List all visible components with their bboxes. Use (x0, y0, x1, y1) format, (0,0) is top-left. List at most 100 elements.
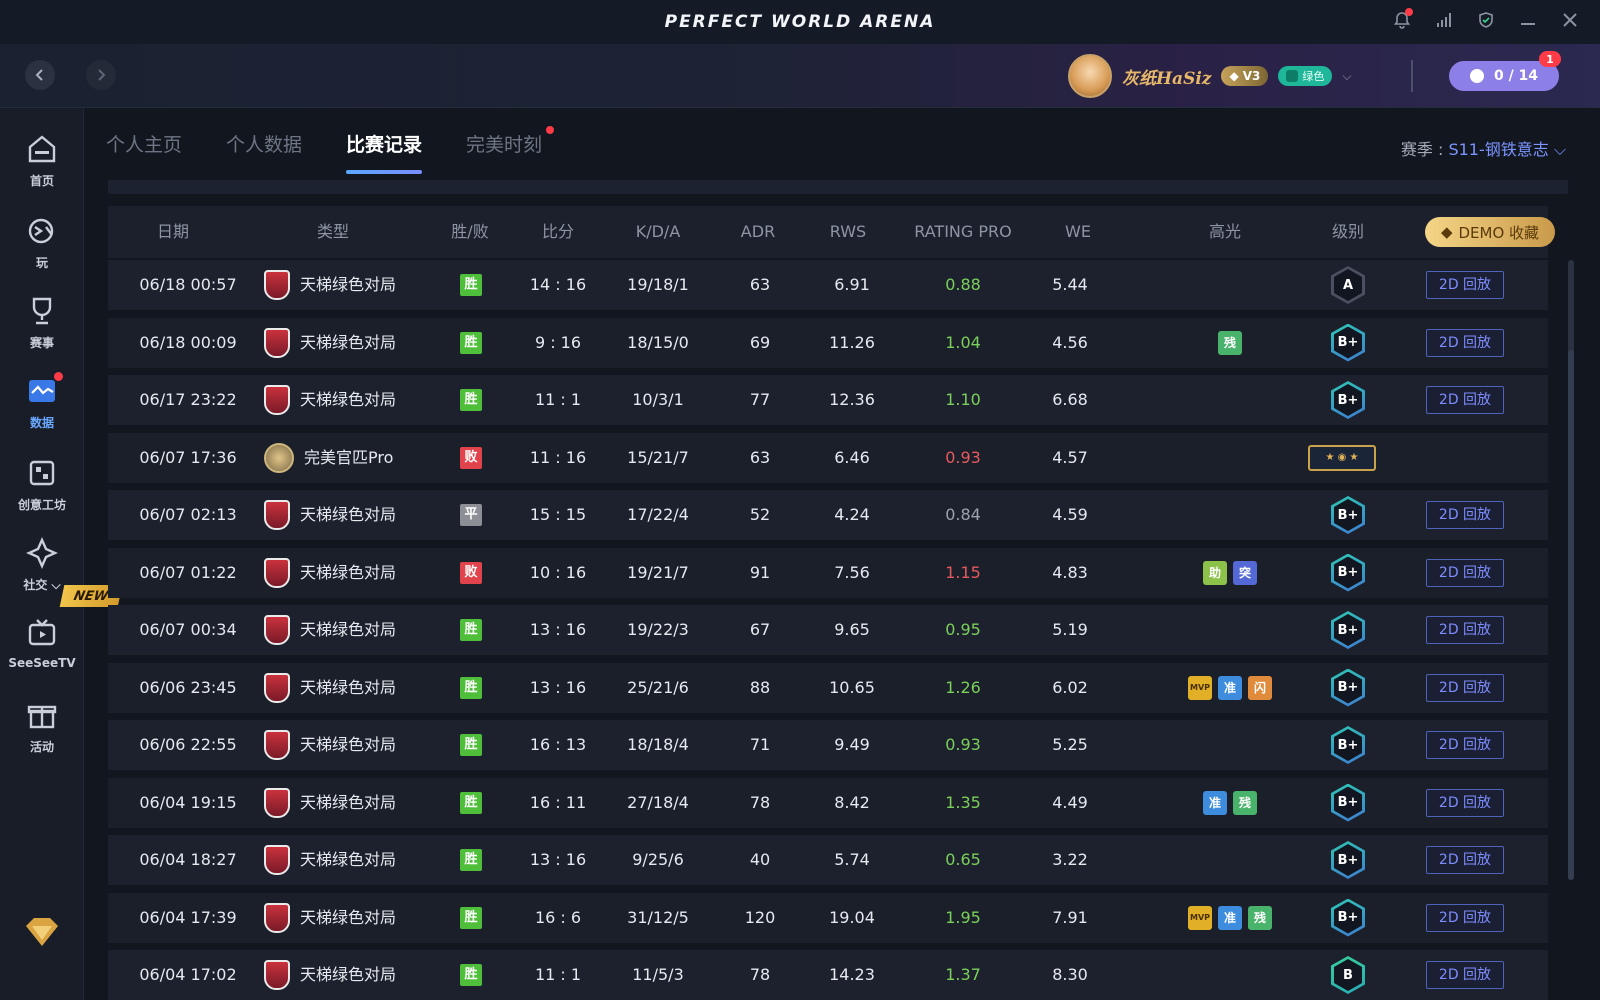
match-date: 06/06 23:45 (139, 677, 237, 697)
match-date: 06/07 17:36 (139, 447, 237, 467)
match-adr: 63 (749, 275, 771, 294)
header-rating: RATING PRO (914, 222, 1012, 241)
tab-profile[interactable]: 个人主页 (106, 130, 182, 172)
table-row[interactable]: 06/06 22:55 天梯绿色对局 胜 16 : 13 18/18/4 71 9.49 0.… (108, 720, 1548, 770)
highlight-tag[interactable]: 准 (1218, 676, 1242, 700)
highlight-tag[interactable]: 准 (1218, 906, 1242, 930)
rank-label: B+ (1334, 844, 1362, 876)
table-row[interactable]: 06/18 00:57 天梯绿色对局 胜 14 : 16 19/18/1 63 6.91 0.… (108, 260, 1548, 310)
sidebar-item-tv[interactable]: SeeSeeTV (0, 616, 84, 686)
chevron-down-icon[interactable]: ⌵ (1342, 69, 1351, 84)
table-row[interactable]: 06/04 17:39 天梯绿色对局 胜 16 : 6 31/12/5 120 19.04 1… (108, 892, 1548, 943)
match-rating: 0.95 (945, 620, 981, 639)
match-we: 6.02 (1052, 677, 1088, 697)
highlight-tag[interactable]: MVP (1188, 906, 1212, 930)
replay-2d-button[interactable]: 2D 回放 (1426, 501, 1504, 529)
match-type: 天梯绿色对局 (264, 548, 434, 598)
match-type: 天梯绿色对局 (264, 605, 434, 655)
match-rws: 6.46 (834, 447, 870, 467)
result-badge: 胜 (460, 791, 482, 814)
rank-hex-icon: B+ (1331, 553, 1365, 592)
match-adr: 71 (749, 735, 771, 754)
replay-2d-button[interactable]: 2D 回放 (1426, 271, 1504, 299)
sidebar-item-data[interactable]: 数据 (0, 372, 84, 444)
table-top-bar (108, 180, 1568, 194)
replay-2d-button[interactable]: 2D 回放 (1426, 846, 1504, 874)
pro-league-icon (264, 442, 294, 473)
match-type-label: 天梯绿色对局 (300, 735, 397, 754)
highlight-tag[interactable]: 闪 (1248, 676, 1272, 700)
rank-hex-icon: B+ (1331, 496, 1365, 534)
match-rws: 4.24 (834, 505, 870, 524)
avatar[interactable] (1068, 54, 1112, 98)
table-row[interactable]: 06/04 18:27 天梯绿色对局 胜 13 : 16 9/25/6 40 5.74 0.6… (108, 835, 1548, 885)
table-row[interactable]: 06/07 17:36 完美官匹Pro 败 11 : 16 15/21/7 63 6.46 0… (108, 432, 1548, 483)
sidebar-item-events[interactable]: 赛事 (0, 294, 84, 364)
header-kda: K/D/A (635, 222, 681, 241)
back-button[interactable] (25, 60, 55, 90)
highlight-tag[interactable]: 残 (1218, 331, 1242, 355)
scrollbar[interactable] (1568, 260, 1574, 880)
close-icon[interactable] (1558, 8, 1582, 32)
replay-2d-button[interactable]: 2D 回放 (1426, 558, 1504, 587)
replay-2d-button[interactable]: 2D 回放 (1426, 616, 1504, 644)
replay-2d-button[interactable]: 2D 回放 (1426, 328, 1504, 357)
replay-2d-button[interactable]: 2D 回放 (1426, 673, 1504, 702)
party-count: 0 / 14 (1493, 68, 1539, 84)
ladder-icon (264, 672, 290, 703)
demo-favorites-button[interactable]: ◆ DEMO 收藏 (1425, 217, 1555, 247)
match-score: 14 : 16 (529, 275, 587, 294)
match-score: 10 : 16 (529, 562, 587, 582)
ladder-icon (264, 557, 290, 588)
match-we: 8.30 (1052, 965, 1088, 984)
sidebar-item-activity[interactable]: 活动 (0, 698, 84, 768)
sidebar-item-label: 首页 (29, 174, 54, 188)
highlight-tag[interactable]: 助 (1203, 561, 1227, 585)
table-row[interactable]: 06/04 17:02 天梯绿色对局 胜 11 : 1 11/5/3 78 14.23 1.3… (108, 950, 1548, 1000)
replay-2d-button[interactable]: 2D 回放 (1426, 961, 1504, 989)
match-type: 天梯绿色对局 (264, 375, 434, 425)
tab-match-history[interactable]: 比赛记录 (346, 130, 423, 174)
table-row[interactable]: 06/06 23:45 天梯绿色对局 胜 13 : 16 25/21/6 88 10.65 1… (108, 662, 1548, 713)
replay-2d-button[interactable]: 2D 回放 (1426, 386, 1504, 414)
match-adr: 77 (749, 390, 771, 409)
season-selector[interactable]: 赛季 : S11-钢铁意志 ⌵ (1401, 136, 1566, 160)
minimize-icon[interactable] (1516, 8, 1540, 32)
table-row[interactable]: 06/17 23:22 天梯绿色对局 胜 11 : 1 10/3/1 77 12.36 1.1… (108, 375, 1548, 425)
match-kda: 25/21/6 (627, 677, 689, 697)
highlight-tag[interactable]: 突 (1233, 561, 1257, 585)
header-date: 日期 (156, 222, 189, 241)
match-adr: 52 (749, 505, 771, 524)
replay-2d-button[interactable]: 2D 回放 (1426, 788, 1504, 817)
match-highlights: MVP 准闪 (1140, 663, 1320, 713)
rank-hex-icon: B+ (1331, 323, 1365, 362)
tab-moments[interactable]: 完美时刻 (466, 126, 555, 172)
ladder-icon (264, 730, 290, 760)
party-button[interactable]: 0 / 14 1 (1449, 51, 1561, 91)
table-row[interactable]: 06/07 02:13 天梯绿色对局 平 15 : 15 17/22/4 52 4.24 0.… (108, 490, 1548, 540)
highlight-tag[interactable]: 残 (1248, 906, 1272, 930)
trust-badge: 绿色 (1278, 66, 1333, 86)
sidebar-item-home[interactable]: 首页 (0, 132, 84, 202)
sidebar-item-play[interactable]: 玩 (0, 214, 84, 284)
signal-icon[interactable] (1432, 8, 1456, 32)
table-row[interactable]: 06/18 00:09 天梯绿色对局 胜 9 : 16 18/15/0 69 11.26 1.… (108, 317, 1548, 368)
match-rws: 8.42 (834, 792, 870, 812)
table-row[interactable]: 06/07 00:34 天梯绿色对局 胜 13 : 16 19/22/3 67 9.65 0.… (108, 605, 1548, 655)
sidebar-item-workshop[interactable]: 创意工坊 (0, 456, 84, 526)
forward-button[interactable] (86, 60, 116, 90)
shield-check-icon[interactable] (1474, 8, 1498, 32)
scrollbar-thumb[interactable] (1568, 350, 1574, 880)
table-row[interactable]: 06/07 01:22 天梯绿色对局 败 10 : 16 19/21/7 91 7.56 1.… (108, 547, 1548, 598)
bell-icon[interactable] (1390, 8, 1414, 32)
highlight-tag[interactable]: 残 (1233, 791, 1257, 815)
replay-2d-button[interactable]: 2D 回放 (1426, 903, 1504, 932)
tab-stats[interactable]: 个人数据 (226, 130, 302, 172)
highlight-tag[interactable]: MVP (1188, 676, 1212, 700)
highlight-tag[interactable]: 准 (1203, 791, 1227, 815)
user-profile[interactable]: 灰纸HaSiz ◆ V3 绿色 ⌵ (1068, 54, 1351, 98)
replay-2d-button[interactable]: 2D 回放 (1426, 731, 1504, 759)
match-type: 天梯绿色对局 (264, 893, 434, 943)
table-row[interactable]: 06/04 19:15 天梯绿色对局 胜 16 : 11 27/18/4 78 8.42 1.… (108, 777, 1548, 828)
match-kda: 19/22/3 (627, 620, 689, 639)
